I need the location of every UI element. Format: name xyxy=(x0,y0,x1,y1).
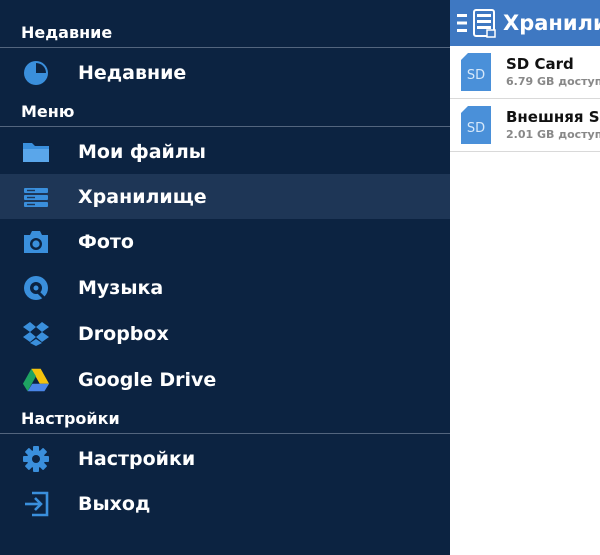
exit-icon xyxy=(22,490,50,518)
drawer-item-exit[interactable]: Выход xyxy=(0,481,450,526)
google-drive-icon xyxy=(22,366,50,394)
folder-icon xyxy=(22,138,50,166)
app-bar: Хранилище xyxy=(450,0,600,46)
section-header-menu: Меню xyxy=(0,97,450,127)
drawer-item-label: Мои файлы xyxy=(78,140,206,163)
storage-archive-icon xyxy=(471,8,497,38)
sd-card-icon: SD xyxy=(460,52,492,92)
drawer-item-dropbox[interactable]: Dropbox xyxy=(0,311,450,356)
section-header-settings: Настройки xyxy=(0,404,450,434)
drawer-item-music[interactable]: Музыка xyxy=(0,265,450,310)
drawer-item-google-drive[interactable]: Google Drive xyxy=(0,357,450,402)
gear-icon xyxy=(22,445,50,473)
drawer-item-my-files[interactable]: Мои файлы xyxy=(0,129,450,174)
pie-chart-icon xyxy=(22,59,50,87)
drawer-item-recent[interactable]: Недавние xyxy=(0,50,450,95)
drawer-item-label: Недавние xyxy=(78,61,187,84)
music-disc-icon xyxy=(22,274,50,302)
svg-text:SD: SD xyxy=(467,68,485,83)
drawer-item-photo[interactable]: Фото xyxy=(0,219,450,264)
drawer-item-label: Настройки xyxy=(78,447,196,470)
drawer-item-label: Dropbox xyxy=(78,322,169,345)
storage-item-name: SD Card xyxy=(506,55,574,73)
drawer-item-label: Музыка xyxy=(78,276,164,299)
drawer-item-label: Хранилище xyxy=(78,185,207,208)
storage-icon xyxy=(22,183,50,211)
storage-item-name: Внешняя SD xyxy=(506,108,600,126)
storage-item-free-space: 6.79 GB доступно xyxy=(506,75,600,88)
storage-item-sd-card[interactable]: SD SD Card 6.79 GB доступно xyxy=(450,46,600,99)
drawer-item-label: Фото xyxy=(78,230,134,253)
drawer-item-label: Google Drive xyxy=(78,368,217,391)
section-header-recent: Недавние xyxy=(0,18,450,48)
storage-content-pane: Хранилище SD SD Card 6.79 GB доступно SD… xyxy=(450,0,600,555)
hamburger-menu-icon[interactable] xyxy=(456,11,468,35)
camera-icon xyxy=(22,228,50,256)
svg-text:SD: SD xyxy=(467,121,485,136)
sd-card-icon: SD xyxy=(460,105,492,145)
drawer-item-storage[interactable]: Хранилище xyxy=(0,174,450,219)
drawer-item-settings[interactable]: Настройки xyxy=(0,436,450,481)
drawer-item-label: Выход xyxy=(78,492,151,515)
storage-item-free-space: 2.01 GB доступно xyxy=(506,128,600,141)
app-bar-title: Хранилище xyxy=(503,11,600,35)
storage-item-external-sd[interactable]: SD Внешняя SD 2.01 GB доступно xyxy=(450,99,600,152)
dropbox-icon xyxy=(22,320,50,348)
navigation-drawer: Недавние Недавние Меню Мои файлы Хранили… xyxy=(0,0,450,555)
